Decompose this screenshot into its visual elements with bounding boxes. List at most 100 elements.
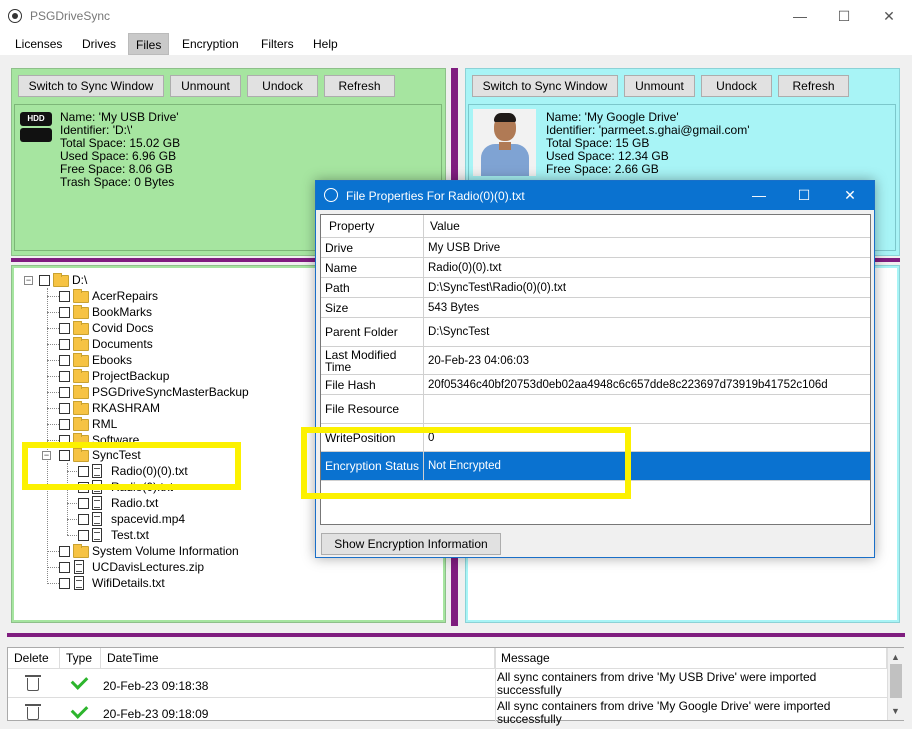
property-row[interactable]: Parent Folder D:\SyncTest	[321, 318, 870, 347]
menu-encryption[interactable]: Encryption	[175, 33, 246, 55]
folder-checkbox[interactable]	[59, 307, 70, 318]
tree-folder[interactable]: PSGDriveSyncMasterBackup	[92, 384, 249, 400]
item-checkbox[interactable]	[59, 546, 70, 557]
tree-item[interactable]: UCDavisLectures.zip	[92, 559, 204, 575]
success-check-icon	[70, 701, 89, 719]
file-icon	[92, 496, 102, 510]
unmount-button-left[interactable]: Unmount	[170, 75, 241, 97]
dialog-minimize-button[interactable]: —	[736, 181, 782, 210]
property-value: Radio(0)(0).txt	[428, 261, 502, 274]
property-value: 543 Bytes	[428, 301, 480, 314]
tree-folder[interactable]: BookMarks	[92, 304, 152, 320]
folder-checkbox[interactable]	[59, 403, 70, 414]
switch-to-sync-window-button-right[interactable]: Switch to Sync Window	[472, 75, 618, 97]
tree-folder[interactable]: Covid Docs	[92, 320, 153, 336]
property-column-header[interactable]: Property	[321, 215, 424, 237]
log-header-type[interactable]: Type	[60, 648, 101, 668]
file-checkbox[interactable]	[78, 498, 89, 509]
value-column-header[interactable]: Value	[424, 215, 870, 237]
tree-folder[interactable]: Ebooks	[92, 352, 132, 368]
dialog-close-button[interactable]: ✕	[827, 181, 873, 210]
delete-log-icon[interactable]	[25, 675, 41, 691]
close-button[interactable]: ✕	[866, 0, 912, 32]
file-icon	[74, 576, 84, 590]
menu-files[interactable]: Files	[128, 33, 170, 55]
refresh-button-right[interactable]: Refresh	[778, 75, 849, 97]
property-name: Drive	[321, 238, 424, 257]
folder-checkbox[interactable]	[59, 387, 70, 398]
tree-folder[interactable]: ProjectBackup	[92, 368, 169, 384]
folder-icon	[73, 544, 89, 558]
folder-icon	[73, 353, 89, 367]
tree-folder[interactable]: RML	[92, 416, 117, 432]
minimize-button[interactable]: —	[777, 0, 823, 32]
title-bar: PSGDriveSync — ☐ ✕	[0, 0, 912, 32]
log-message: All sync containers from drive 'My Googl…	[497, 699, 831, 726]
folder-icon	[73, 401, 89, 415]
folder-icon	[73, 289, 89, 303]
folder-icon	[73, 385, 89, 399]
property-row[interactable]: File Resource	[321, 395, 870, 424]
property-row[interactable]: Drive My USB Drive	[321, 238, 870, 258]
item-checkbox[interactable]	[59, 562, 70, 573]
log-scrollbar[interactable]: ▲ ▼	[887, 648, 904, 720]
tree-file[interactable]: Radio.txt	[111, 495, 158, 511]
folder-checkbox[interactable]	[59, 323, 70, 334]
grid-header: Property Value	[321, 215, 870, 238]
folder-checkbox[interactable]	[59, 419, 70, 430]
file-checkbox[interactable]	[78, 530, 89, 541]
property-row[interactable]: Path D:\SyncTest\Radio(0)(0).txt	[321, 278, 870, 298]
undock-button-left[interactable]: Undock	[247, 75, 318, 97]
log-header-message[interactable]: Message	[495, 648, 887, 668]
tree-item[interactable]: System Volume Information	[92, 543, 239, 559]
log-message: All sync containers from drive 'My USB D…	[497, 670, 817, 697]
tree-folder[interactable]: AcerRepairs	[92, 288, 158, 304]
tree-file[interactable]: spacevid.mp4	[111, 511, 185, 527]
tree-folder[interactable]: RKASHRAM	[92, 400, 160, 416]
menu-filters[interactable]: Filters	[254, 33, 301, 55]
switch-to-sync-window-button-left[interactable]: Switch to Sync Window	[18, 75, 164, 97]
show-encryption-information-button[interactable]: Show Encryption Information	[321, 533, 501, 555]
maximize-button[interactable]: ☐	[821, 0, 867, 32]
folder-icon	[73, 417, 89, 431]
refresh-button-left[interactable]: Refresh	[324, 75, 395, 97]
property-value: 20-Feb-23 04:06:03	[428, 354, 530, 367]
tree-root-label[interactable]: D:\	[72, 272, 87, 288]
property-value: D:\SyncTest\Radio(0)(0).txt	[428, 281, 567, 294]
tree-file[interactable]: Test.txt	[111, 527, 149, 543]
property-row[interactable]: File Hash 20f05346c40bf20753d0eb02aa4948…	[321, 375, 870, 395]
tree-folder[interactable]: Documents	[92, 336, 153, 352]
scroll-thumb[interactable]	[890, 664, 902, 698]
delete-log-icon[interactable]	[25, 704, 41, 720]
log-splitter[interactable]	[7, 633, 905, 637]
root-checkbox[interactable]	[39, 275, 50, 286]
folder-icon	[73, 321, 89, 335]
menu-licenses[interactable]: Licenses	[8, 33, 69, 55]
scroll-down-icon[interactable]: ▼	[891, 706, 900, 716]
folder-icon	[73, 369, 89, 383]
log-header-datetime[interactable]: DateTime	[101, 648, 495, 668]
dialog-maximize-button[interactable]: ☐	[781, 181, 827, 210]
log-header-delete[interactable]: Delete	[8, 648, 60, 668]
property-row[interactable]: Last Modified Time 20-Feb-23 04:06:03	[321, 347, 870, 375]
property-row[interactable]: Name Radio(0)(0).txt	[321, 258, 870, 278]
item-checkbox[interactable]	[59, 578, 70, 589]
scroll-up-icon[interactable]: ▲	[891, 652, 900, 662]
dialog-title: File Properties For Radio(0)(0).txt	[346, 189, 525, 203]
menu-help[interactable]: Help	[306, 33, 345, 55]
menu-drives[interactable]: Drives	[75, 33, 123, 55]
property-row[interactable]: Size 543 Bytes	[321, 298, 870, 318]
folder-checkbox[interactable]	[59, 371, 70, 382]
dialog-title-bar[interactable]: File Properties For Radio(0)(0).txt — ☐ …	[316, 181, 874, 210]
undock-button-right[interactable]: Undock	[701, 75, 772, 97]
collapse-root-icon[interactable]: −	[24, 276, 33, 285]
property-name: Name	[321, 258, 424, 277]
right-drive-info: Name: 'My Google Drive' Identifier: 'par…	[546, 110, 750, 176]
folder-checkbox[interactable]	[59, 291, 70, 302]
dialog-app-icon	[324, 188, 338, 202]
folder-checkbox[interactable]	[59, 339, 70, 350]
unmount-button-right[interactable]: Unmount	[624, 75, 695, 97]
tree-item[interactable]: WifiDetails.txt	[92, 575, 165, 591]
file-checkbox[interactable]	[78, 514, 89, 525]
folder-checkbox[interactable]	[59, 355, 70, 366]
